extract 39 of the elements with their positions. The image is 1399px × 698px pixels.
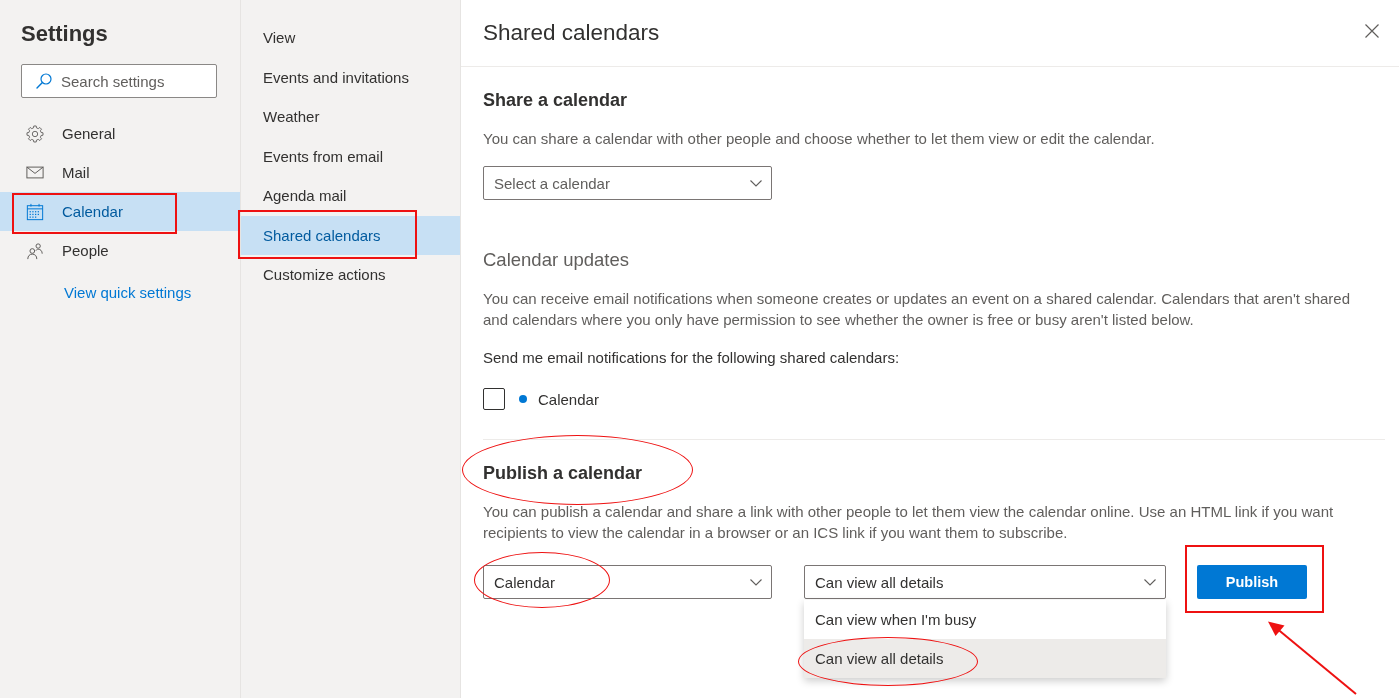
settings-title: Settings: [20, 20, 109, 48]
people-icon: [26, 241, 44, 260]
section-heading: Calendar updates: [483, 248, 631, 272]
category-item[interactable]: Events and invitations: [241, 57, 460, 97]
calendar-name: Calendar: [538, 390, 599, 408]
calendar-icon: [26, 202, 44, 221]
dropdown-option[interactable]: Can view when I'm busy: [804, 600, 1166, 639]
permission-dropdown[interactable]: Can view all details: [804, 565, 1166, 599]
dropdown-option[interactable]: Can view all details: [804, 639, 1166, 678]
section-heading: Publish a calendar: [483, 462, 643, 485]
section-description: You can receive email notifications when someone creates or updates an event on a shared calendar. Calendars that aren't shared and calendars where you only have permission to see whether the owner is free or busy aren't listed below.: [483, 288, 1351, 330]
section-heading: Share a calendar: [483, 89, 629, 112]
panel-title: Shared calendars: [483, 19, 660, 47]
calendar-dropdown[interactable]: Calendar: [483, 565, 772, 599]
search-icon: [36, 73, 52, 89]
nav-item[interactable]: Mail: [0, 153, 240, 192]
view-quick-settings-link[interactable]: View quick settings: [64, 283, 192, 303]
checkbox[interactable]: [483, 388, 505, 410]
search-field[interactable]: Search settings: [21, 64, 217, 98]
nav-item[interactable]: Calendar: [0, 192, 240, 231]
nav-item[interactable]: People: [0, 231, 240, 270]
mail-icon: [26, 166, 44, 179]
nav-item[interactable]: General: [0, 114, 240, 153]
notification-prompt: Send me email notifications for the following shared calendars:: [483, 347, 901, 368]
calendar-dropdown[interactable]: Select a calendar: [483, 166, 772, 200]
chevron-down-icon: [1144, 578, 1156, 586]
settings-icon: [26, 124, 44, 143]
close-icon[interactable]: [1365, 24, 1379, 38]
category-item[interactable]: View: [241, 18, 460, 58]
chevron-down-icon: [750, 578, 762, 586]
category-item[interactable]: Customize actions: [241, 255, 460, 295]
publish-button[interactable]: Publish: [1197, 565, 1307, 599]
section-description: You can publish a calendar and share a link with other people to let them view the calendar online. Use an HTML link if you want recipients to view the calendar in a browser or an ICS link if you want them to subscribe.: [483, 501, 1335, 543]
section-description: You can share a calendar with other people and choose whether to let them view or edit the calendar.: [483, 128, 1156, 149]
category-item[interactable]: Shared calendars: [241, 215, 460, 255]
category-item[interactable]: Weather: [241, 97, 460, 137]
chevron-down-icon: [750, 179, 762, 187]
category-item[interactable]: Events from email: [241, 136, 460, 176]
category-item[interactable]: Agenda mail: [241, 176, 460, 216]
